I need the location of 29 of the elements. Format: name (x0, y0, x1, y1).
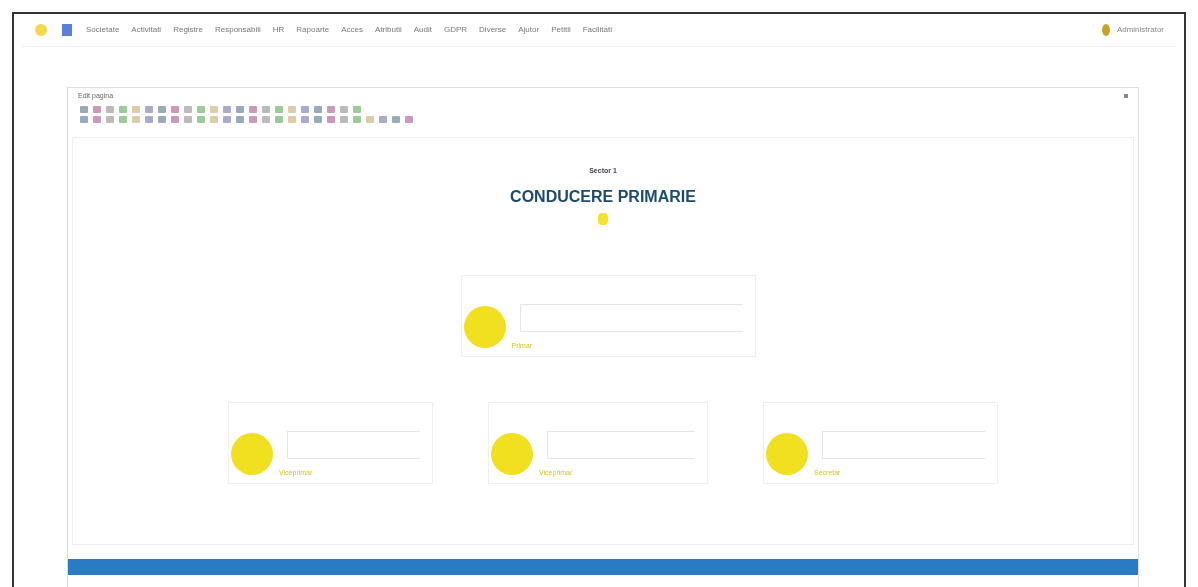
marker-icon (598, 212, 608, 225)
logo-icon[interactable] (34, 23, 48, 37)
nav-link[interactable]: Facilitati (582, 24, 613, 36)
nav-link[interactable]: Registre (173, 24, 203, 36)
grid-icon[interactable] (62, 24, 72, 36)
nav-link[interactable]: Societate (86, 24, 120, 36)
nav-link[interactable]: Ajutor (518, 24, 540, 36)
page-title: CONDUCERE PRIMARIE (510, 186, 696, 207)
nav-link[interactable]: Responsabili (214, 24, 261, 36)
nav-link[interactable]: Rapoarte (296, 24, 330, 36)
nav-link[interactable]: Audit (413, 24, 432, 36)
user-avatar-icon[interactable] (1100, 23, 1111, 37)
avatar-icon (766, 432, 808, 475)
nav-link[interactable]: Atributii (375, 24, 402, 36)
close-icon[interactable] (1124, 94, 1128, 98)
nav-link[interactable]: Activitati (131, 24, 162, 36)
nav-link[interactable]: GDPR (443, 24, 468, 36)
nav-link[interactable]: HR (272, 24, 285, 36)
input-field[interactable] (822, 430, 985, 459)
nav-link[interactable]: Acces (341, 24, 364, 36)
avatar-icon (491, 432, 533, 475)
user-name[interactable]: Administrator (1116, 24, 1164, 36)
input-field[interactable] (547, 430, 695, 459)
avatar-icon (463, 305, 506, 348)
input-field[interactable] (519, 303, 743, 332)
input-field[interactable] (287, 430, 420, 459)
avatar-icon (231, 432, 273, 475)
nav-link[interactable]: Diverse (479, 24, 507, 36)
nav-link[interactable]: Petitii (551, 24, 571, 36)
